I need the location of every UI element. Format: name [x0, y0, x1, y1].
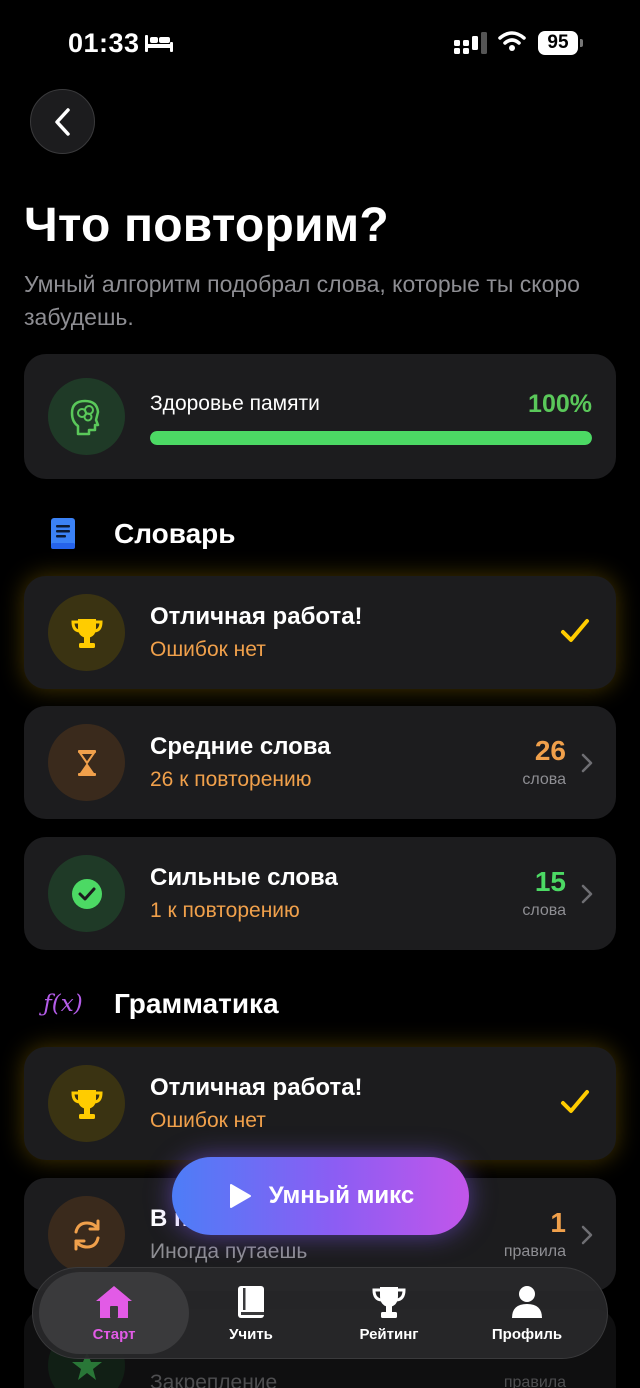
home-icon	[94, 1284, 134, 1320]
trophy-icon-circle	[48, 594, 125, 671]
smart-mix-label: Умный микс	[268, 1182, 415, 1209]
bottom-tab-bar: Старт Учить Рейтинг Профиль	[32, 1267, 608, 1359]
card-subtitle: Закрепление	[150, 1371, 278, 1388]
card-subtitle: Ошибок нет	[150, 1109, 266, 1132]
vocab-medium-words-card[interactable]: Средние слова 26 к повторению 26 слова	[24, 706, 616, 819]
trophy-icon	[70, 1089, 103, 1119]
tab-start[interactable]: Старт	[39, 1272, 189, 1354]
book-icon	[231, 1284, 271, 1320]
card-count-label: правила	[503, 1374, 566, 1388]
card-title: Отличная работа!	[150, 1074, 363, 1101]
smart-mix-button[interactable]: Умный микс	[172, 1157, 469, 1235]
card-title: Средние слова	[150, 733, 331, 760]
page-title: Что повторим?	[24, 199, 389, 252]
chevron-left-icon	[54, 107, 70, 136]
play-icon	[229, 1184, 251, 1208]
card-count-label: слова	[522, 771, 566, 788]
card-count: 15	[534, 866, 566, 897]
wifi-icon	[498, 31, 526, 51]
tab-profile[interactable]: Профиль	[457, 1272, 597, 1354]
card-subtitle: Иногда путаешь	[150, 1240, 308, 1263]
card-count-label: правила	[503, 1243, 566, 1260]
tab-label: Учить	[229, 1325, 273, 1343]
refresh-icon	[74, 1219, 99, 1250]
battery-cap	[580, 39, 583, 47]
section-grammar-title: Грамматика	[114, 988, 279, 1019]
grammar-excellent-card[interactable]: Отличная работа! Ошибок нет	[24, 1047, 616, 1160]
hourglass-icon	[77, 749, 96, 776]
sleep-mode-icon	[145, 35, 173, 52]
memory-health-percent: 100%	[528, 390, 592, 418]
tab-rating[interactable]: Рейтинг	[319, 1272, 459, 1354]
card-count: 26	[534, 735, 566, 766]
card-subtitle: Ошибок нет	[150, 638, 266, 661]
cellular-signal-icon	[454, 32, 487, 54]
page-subtitle: Умный алгоритм подобрал слова, которые т…	[24, 271, 580, 330]
trophy-icon	[369, 1284, 409, 1320]
tab-label: Старт	[92, 1325, 136, 1343]
memory-health-label: Здоровье памяти	[150, 392, 320, 415]
card-title: Отличная работа!	[150, 603, 363, 630]
check-circle-icon-circle	[48, 855, 125, 932]
trophy-icon	[70, 618, 103, 648]
memory-health-progress-fill	[150, 431, 592, 445]
checkmark-icon	[561, 1090, 589, 1113]
brain-head-icon	[70, 399, 99, 435]
card-count: 1	[550, 1207, 566, 1238]
vocab-excellent-card[interactable]: Отличная работа! Ошибок нет	[24, 576, 616, 689]
function-icon: ƒ(x)	[43, 991, 83, 1017]
card-subtitle: 1 к повторению	[150, 899, 300, 922]
chevron-right-icon	[581, 884, 593, 904]
vocab-strong-words-card[interactable]: Сильные слова 1 к повторению 15 слова	[24, 837, 616, 950]
status-bar: 01:33 95	[0, 0, 640, 88]
checkmark-icon	[561, 619, 589, 642]
book-icon	[46, 516, 80, 552]
memory-health-card: Здоровье памяти 100%	[24, 354, 616, 479]
battery-level: 95	[538, 31, 578, 55]
section-grammar: ƒ(x) Грамматика	[24, 984, 424, 1024]
card-title: Сильные слова	[150, 864, 338, 891]
memory-health-progress-bar	[150, 431, 592, 445]
memory-icon-circle	[48, 378, 125, 455]
tab-label: Профиль	[491, 1325, 563, 1343]
refresh-icon-circle	[48, 1196, 125, 1273]
back-button[interactable]	[30, 89, 95, 154]
trophy-icon-circle	[48, 1065, 125, 1142]
card-count-label: слова	[522, 902, 566, 919]
status-time: 01:33	[68, 28, 140, 58]
section-vocabulary: Словарь	[24, 514, 424, 554]
tab-label: Рейтинг	[359, 1325, 419, 1343]
check-circle-icon	[71, 878, 102, 909]
hourglass-icon-circle	[48, 724, 125, 801]
chevron-right-icon	[581, 753, 593, 773]
card-subtitle: 26 к повторению	[150, 768, 312, 791]
section-vocabulary-title: Словарь	[114, 518, 236, 549]
chevron-right-icon	[581, 1225, 593, 1245]
tab-learn[interactable]: Учить	[181, 1272, 321, 1354]
battery-indicator: 95	[538, 31, 584, 55]
profile-icon	[507, 1284, 547, 1320]
